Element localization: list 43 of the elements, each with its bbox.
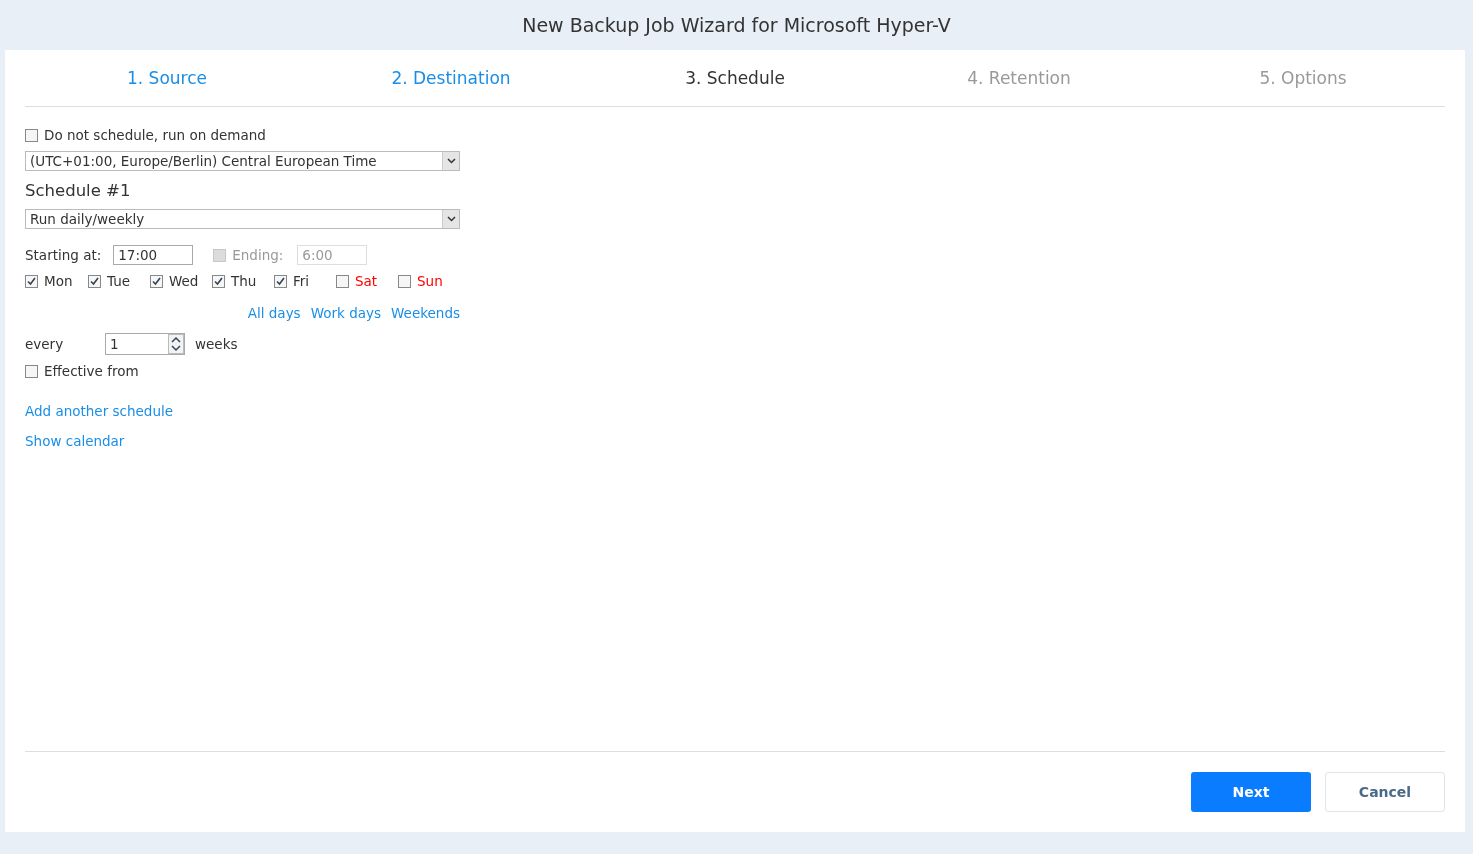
wizard-step-tab[interactable]: 3. Schedule — [593, 68, 877, 88]
checkbox[interactable] — [25, 274, 38, 288]
field-label: every — [25, 336, 65, 352]
day-preset-link[interactable]: Work days — [310, 305, 381, 321]
next-button[interactable]: Next — [1191, 772, 1311, 812]
section-heading: Schedule #1 — [25, 181, 131, 200]
wizard-step-tab[interactable]: 5. Options — [1161, 68, 1445, 88]
window-title: New Backup Job Wizard for Microsoft Hyper-V — [521, 13, 952, 38]
checkbox[interactable] — [274, 274, 287, 288]
caret-icon — [446, 158, 456, 164]
field-label: Starting at: — [25, 247, 102, 263]
wizard-step-tab[interactable]: 4. Retention — [877, 68, 1161, 88]
cancel-button[interactable]: Cancel — [1325, 772, 1445, 812]
wizard-step-tab[interactable]: 1. Source — [25, 68, 309, 88]
caret-icon — [446, 216, 456, 222]
action-link[interactable]: Show calendar — [25, 433, 125, 449]
spinner-arrows-icon[interactable] — [168, 334, 184, 354]
checkbox[interactable] — [398, 274, 411, 288]
timezone-dropdown[interactable]: (UTC+01:00, Europe/Berlin) Central European Time — [25, 151, 460, 171]
checkbox-label: Do not schedule, run on demand — [44, 127, 266, 143]
day-label: Thu — [231, 273, 257, 289]
checkbox[interactable] — [88, 274, 101, 288]
day-preset-link[interactable]: Weekends — [391, 305, 460, 321]
action-link[interactable]: Add another schedule — [25, 403, 173, 419]
interval-spinner[interactable]: 1 — [105, 333, 185, 355]
checkbox[interactable] — [150, 274, 163, 288]
day-label: Tue — [107, 273, 131, 289]
checkbox[interactable] — [25, 364, 38, 378]
schedule-type-dropdown[interactable]: Run daily/weekly — [25, 209, 460, 229]
day-label: Fri — [293, 273, 310, 289]
day-label: Sat — [355, 273, 378, 289]
start-time-field[interactable]: 17:00 — [113, 245, 194, 265]
checkbox[interactable] — [336, 274, 349, 288]
field-label: Ending: — [232, 247, 284, 263]
day-label: Wed — [169, 273, 199, 289]
checkbox-label: Effective from — [44, 363, 139, 379]
day-label: Sun — [417, 273, 443, 289]
day-label: Mon — [44, 273, 73, 289]
day-preset-link[interactable]: All days — [247, 305, 301, 321]
checkbox[interactable] — [25, 128, 38, 142]
unit-label: weeks — [195, 336, 238, 352]
wizard-step-tab[interactable]: 2. Destination — [309, 68, 593, 88]
checkbox[interactable] — [212, 274, 225, 288]
